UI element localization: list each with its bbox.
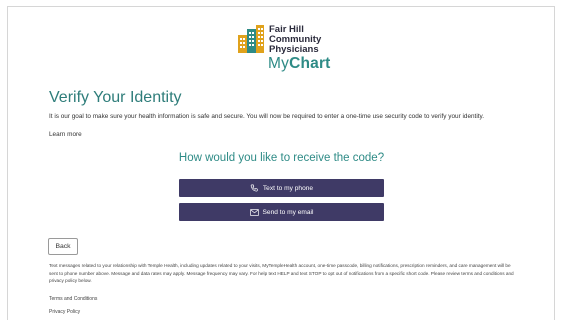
app-name-prefix: My: [268, 55, 290, 72]
privacy-link[interactable]: Privacy Policy: [49, 309, 80, 315]
building-logo-icon: [238, 25, 264, 53]
sms-disclaimer: Text messages related to your relationsh…: [49, 263, 514, 283]
terms-link[interactable]: Terms and Conditions: [49, 296, 97, 302]
send-to-email-label: Send to my email: [262, 208, 314, 216]
page-title: Verify Your Identity: [49, 89, 182, 106]
send-to-email-button[interactable]: Send to my email: [179, 203, 384, 221]
code-method-question: How would you like to receive the code?: [178, 152, 385, 164]
phone-icon: [250, 184, 258, 192]
envelope-icon: [249, 208, 259, 216]
text-to-phone-label: Text to my phone: [262, 184, 314, 192]
learn-more-link[interactable]: Learn more: [49, 131, 82, 138]
app-name: MyChart: [268, 55, 331, 73]
back-button[interactable]: Back: [48, 238, 78, 255]
org-logo: Fair Hill Community Physicians MyChart: [238, 22, 358, 80]
org-name-line3: Physicians: [269, 44, 319, 55]
text-to-phone-button[interactable]: Text to my phone: [179, 179, 384, 197]
intro-text: It is our goal to make sure your health …: [49, 113, 485, 120]
app-name-suffix: Chart: [289, 55, 331, 72]
